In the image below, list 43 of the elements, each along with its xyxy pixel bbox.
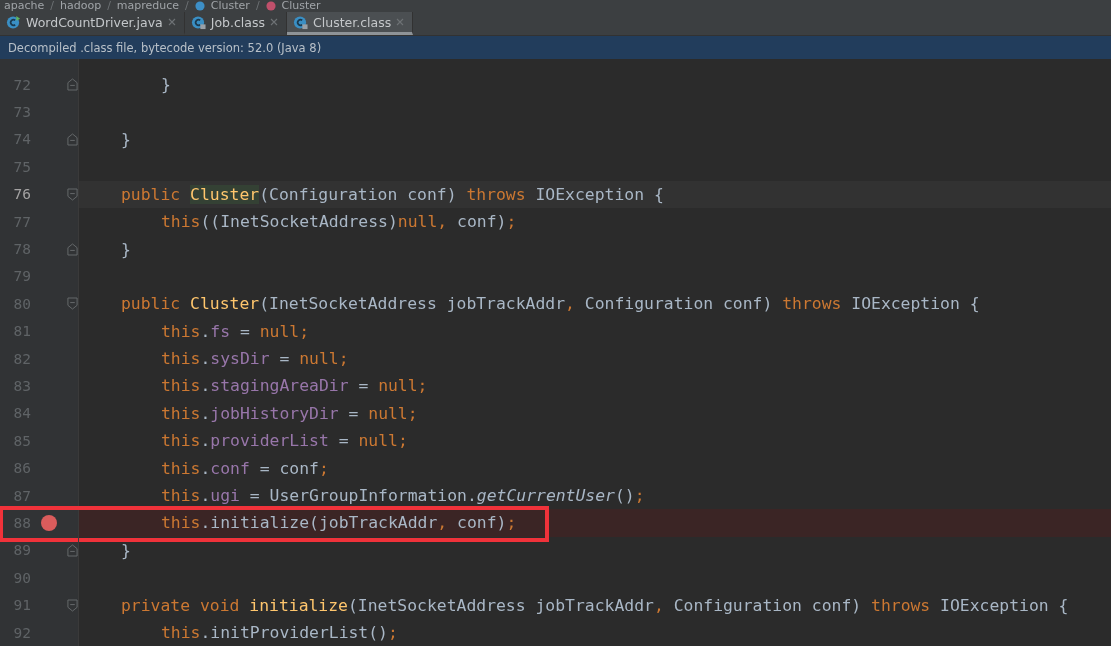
- code-line: this.stagingAreaDir = null;: [161, 376, 428, 396]
- breadcrumb-item[interactable]: Cluster: [210, 0, 250, 12]
- line-number: 76: [12, 186, 31, 203]
- banner-text: Decompiled .class file, bytecode version: 52.0 (Java 8): [8, 40, 322, 55]
- close-icon[interactable]: [270, 18, 278, 26]
- breadcrumb-item[interactable]: apache: [4, 0, 45, 12]
- breadcrumb-separator: /: [50, 0, 54, 12]
- fold-icon[interactable]: [67, 242, 78, 256]
- close-icon[interactable]: [396, 18, 405, 26]
- code-line: this.ugi = UserGroupInformation.getCurrentUser();: [161, 486, 645, 506]
- code-line: this.fs = null;: [161, 321, 310, 341]
- class-icon: [194, 1, 205, 11]
- code-line: this.sysDir = null;: [161, 349, 349, 369]
- fold-icon[interactable]: [67, 78, 78, 92]
- breakpoint-icon[interactable]: [41, 514, 57, 531]
- breadcrumb-separator: /: [185, 0, 189, 12]
- code-line: }: [161, 75, 171, 95]
- breadcrumb-separator: /: [255, 0, 260, 12]
- breadcrumb-item[interactable]: mapreduce: [116, 0, 180, 12]
- code-line: private void initialize(InetSocketAddress jobTrackAddr, Configuration conf) throws IOException {: [121, 595, 1069, 615]
- fold-icon[interactable]: [67, 543, 78, 557]
- code-line: this.providerList = null;: [161, 431, 408, 451]
- editor-tab[interactable]: Cluster.class: [287, 12, 414, 35]
- fold-icon[interactable]: [67, 598, 78, 612]
- code-line: this.initialize(jobTrackAddr, conf);: [161, 513, 517, 533]
- code-line: }: [121, 239, 131, 259]
- breadcrumb-separator: /: [107, 0, 111, 12]
- fold-icon[interactable]: [67, 187, 78, 201]
- breadcrumb-item[interactable]: hadoop: [60, 0, 102, 12]
- method-icon: [265, 1, 276, 11]
- fold-icon[interactable]: [67, 132, 78, 146]
- code-line: this((InetSocketAddress)null, conf);: [161, 212, 517, 232]
- code-line: }: [121, 540, 131, 560]
- code-line: public Cluster(Configuration conf) throws IOException {: [121, 184, 664, 204]
- breadcrumb-item[interactable]: Cluster: [281, 0, 321, 12]
- close-icon[interactable]: [167, 18, 176, 26]
- code-line: public Cluster(InetSocketAddress jobTrackAddr, Configuration conf) throws IOException {: [121, 294, 980, 314]
- code-line: this.jobHistoryDir = null;: [161, 403, 418, 423]
- editor-tab[interactable]: WordCountDriver.java: [0, 12, 185, 35]
- code-line: this.conf = conf;: [161, 458, 329, 478]
- code-line: }: [121, 129, 131, 149]
- fold-icon[interactable]: [67, 297, 78, 311]
- code-line: this.initProviderList();: [161, 623, 398, 642]
